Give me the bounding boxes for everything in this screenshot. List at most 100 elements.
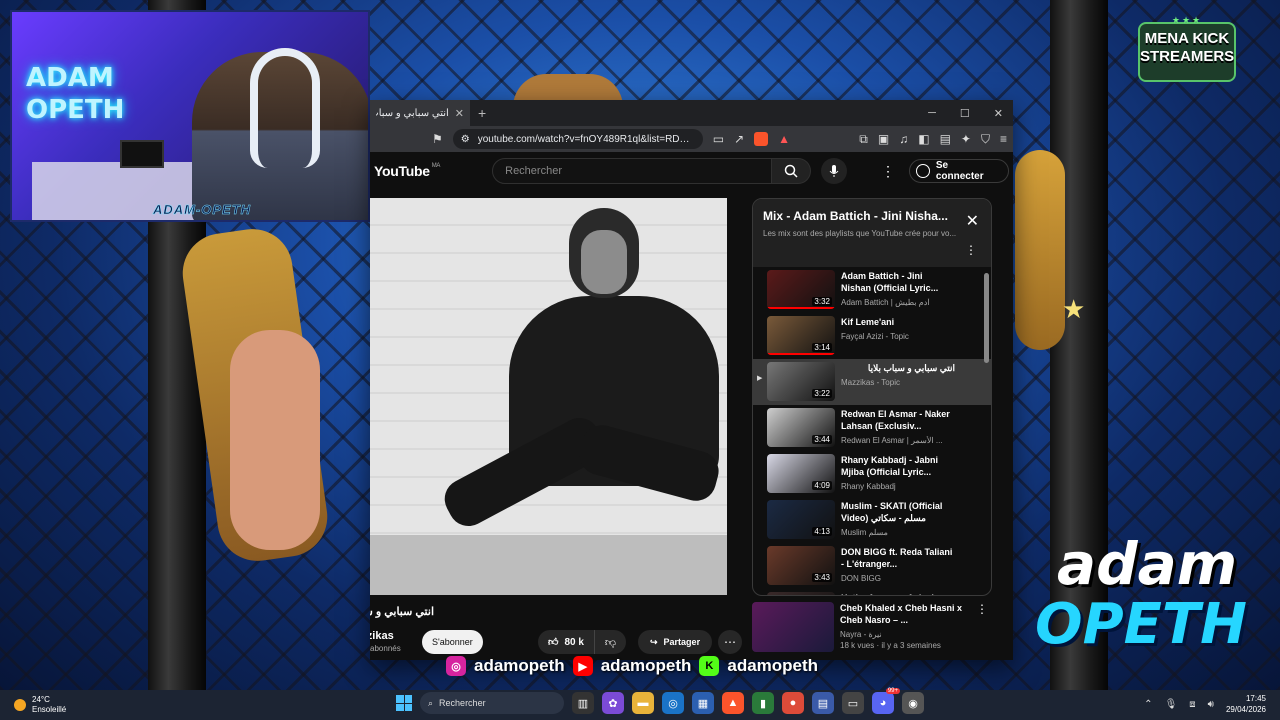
now-playing-icon: ▶ — [757, 375, 763, 382]
star-icon: ★ — [1062, 294, 1086, 324]
recommended-title[interactable]: Cheb Khaled x Cheb Hasni x Cheb Nasro – … — [840, 602, 970, 626]
clock[interactable]: 17:45 29/04/2026 — [1226, 693, 1266, 715]
playlist-item[interactable]: 4:09 Rhany Kabbadj - Jabni Mjiba (Officia… — [753, 451, 991, 497]
weather-condition: Ensoleillé — [32, 705, 67, 714]
wallet-icon[interactable]: ▤ — [940, 132, 951, 147]
playlist-item[interactable]: 3:43 DON BIGG ft. Reda Taliani - L'étrang… — [753, 543, 991, 589]
webcam-monitor — [120, 140, 164, 168]
playlist-thumbnail[interactable]: 4:09 — [767, 454, 835, 493]
recommended-options-icon[interactable]: ⋮ — [976, 602, 988, 616]
playlist-more-icon[interactable]: ⋮ — [965, 243, 977, 257]
playlist-thumbnail[interactable]: 3:22 — [767, 362, 835, 401]
sidebar-icon[interactable]: ◧ — [918, 132, 929, 147]
playlist-thumbnail[interactable]: 3:14 — [767, 316, 835, 355]
app-icon[interactable]: ▤ — [812, 692, 834, 714]
playlist-item-title: Muslim - SKATI (Official Video) مسلم - س… — [841, 501, 943, 523]
network-icon[interactable]: ⧈ — [1189, 699, 1195, 710]
share-button[interactable]: ↪ Partager — [638, 630, 713, 654]
browser-tab[interactable]: انتي سبابي و سباب بلايا ✕ — [370, 100, 470, 126]
store-icon[interactable]: ▦ — [692, 692, 714, 714]
temperature: 24°C — [32, 695, 50, 704]
channel-name[interactable]: Mazzikas — [370, 630, 401, 642]
more-actions-button[interactable]: ⋯ — [718, 630, 742, 654]
playlist-thumbnail[interactable]: 3:44 — [767, 408, 835, 447]
chrome-icon[interactable]: ● — [782, 692, 804, 714]
menu-icon[interactable]: ≡ — [1000, 132, 1007, 147]
browser-toolbar: ⚑ ⚙ youtube.com/watch?v=fnOY489R1ql&list… — [370, 126, 1013, 152]
date: 29/04/2026 — [1225, 705, 1266, 714]
bookmark-icon[interactable]: ⚑ — [432, 132, 443, 146]
search-input[interactable]: Rechercher — [492, 158, 772, 184]
file-explorer-icon[interactable]: ▬ — [632, 692, 654, 714]
playlist-item-channel: Redwan El Asmar | الأسمر ... — [841, 436, 943, 445]
youtube-header: YouTube MA Rechercher ⋮ Se connecter — [370, 152, 1013, 190]
playlist-scrollbar[interactable] — [984, 273, 989, 363]
discord-icon[interactable]: ◕ 99+ — [872, 688, 900, 714]
new-tab-icon[interactable]: + — [478, 105, 486, 121]
playlist-item[interactable]: 3:14 Kif Leme'ani Fayçal Azizi - Topic — [753, 313, 991, 359]
chevron-up-icon[interactable]: ⌃ — [1144, 699, 1152, 710]
playlist-item[interactable]: 3:44 Redwan El Asmar - Naker Lahsan (Excl… — [753, 405, 991, 451]
playlist-item[interactable]: Hatim Ammor - Aalach... — [753, 589, 991, 595]
video-ground — [370, 535, 727, 595]
sign-in-button[interactable]: Se connecter — [908, 159, 1009, 183]
window-controls: ─ ☐ ✕ — [928, 107, 1013, 120]
maximize-icon[interactable]: ☐ — [960, 107, 970, 120]
playlist-item-title: Rhany Kabbadj - Jabni Mjiba (Official Ly… — [841, 455, 939, 477]
playlist-thumbnail[interactable] — [767, 592, 835, 595]
playlist-item[interactable]: 3:32 Adam Battich - Jini Nishan (Official… — [753, 267, 991, 313]
minimize-icon[interactable]: ─ — [928, 107, 936, 120]
microphone-tray-icon[interactable]: 🎙︎ — [1165, 699, 1178, 710]
close-window-icon[interactable]: ✕ — [994, 107, 1003, 120]
volume-icon[interactable]: 🔊︎ — [1208, 699, 1214, 710]
start-button[interactable] — [396, 695, 412, 711]
puzzle-icon[interactable]: ⧉ — [859, 132, 868, 147]
recommended-thumbnail[interactable] — [752, 602, 834, 652]
brave-shield-icon[interactable] — [754, 132, 769, 146]
voice-search-button[interactable] — [821, 158, 847, 184]
search-button[interactable] — [771, 158, 812, 184]
playlist-item-channel: Fayçal Azizi - Topic — [841, 332, 909, 341]
playlist-thumbnail[interactable]: 3:32 — [767, 270, 835, 309]
monitor-app-icon[interactable]: ▭ — [842, 692, 864, 714]
duration: 4:09 — [812, 481, 832, 490]
subscribe-button[interactable]: S'abonner — [422, 630, 483, 654]
like-button[interactable]: 👍︎ 80 k — [538, 630, 595, 654]
notification-badge: 99+ — [885, 688, 900, 694]
channel-info[interactable]: Mazzikas 27,5 k abonnés — [370, 628, 401, 654]
youtube-logo[interactable]: YouTube MA — [374, 163, 440, 179]
brave-icon[interactable]: ▲ — [722, 692, 744, 714]
address-bar[interactable]: ⚙ youtube.com/watch?v=fnOY489R1ql&list=R… — [452, 129, 703, 149]
playlist-item[interactable]: 4:13 Muslim - SKATI (Official Video) مسلم… — [753, 497, 991, 543]
playlist-title[interactable]: Mix - Adam Battich - Jini Nisha... — [763, 209, 959, 223]
copilot-icon[interactable]: ✿ — [602, 692, 624, 714]
weather-widget[interactable]: 24°C Ensoleillé — [0, 695, 200, 715]
leo-icon[interactable]: ✦ — [961, 132, 971, 147]
share-label: Partager — [663, 637, 701, 647]
terminal-icon[interactable]: ▮ — [752, 692, 774, 714]
edge-icon[interactable]: ◎ — [662, 692, 684, 714]
close-icon[interactable]: ✕ — [966, 211, 979, 231]
video-player[interactable] — [370, 198, 727, 595]
media-icon[interactable]: ♫ — [899, 132, 908, 147]
vpn-icon[interactable]: ⛉ — [981, 132, 990, 147]
brave-rewards-icon[interactable]: ▲ — [778, 132, 790, 146]
obs-icon[interactable]: ◉ — [902, 692, 924, 714]
cast-icon[interactable]: ▭ — [713, 132, 724, 146]
screenshot-icon[interactable]: ▣ — [878, 132, 889, 147]
playlist-thumbnail[interactable]: 3:43 — [767, 546, 835, 585]
duration: 3:44 — [812, 435, 832, 444]
more-options-icon[interactable]: ⋮ — [881, 163, 895, 180]
dislike-button[interactable]: 👎︎ — [595, 636, 626, 649]
close-tab-icon[interactable]: ✕ — [455, 107, 464, 120]
taskbar-search[interactable]: ⌕ Rechercher — [420, 692, 564, 714]
playlist-thumbnail[interactable]: 4:13 — [767, 500, 835, 539]
tab-bar: انتي سبابي و سباب بلايا ✕ + ─ ☐ ✕ — [370, 100, 1013, 126]
video-title: انتي سبابي و سباب بلايا — [370, 606, 434, 618]
playlist-item[interactable]: ▶ 3:22 انتي سبابي و سباب بلايا Mazzikas - T… — [753, 359, 991, 405]
task-view-icon[interactable]: ▥ — [572, 692, 594, 714]
site-info-icon[interactable]: ⚙ — [461, 134, 470, 145]
share-page-icon[interactable]: ↗ — [734, 132, 744, 146]
extensions-area: ⧉ ▣ ♫ ◧ ▤ ✦ ⛉ ≡ — [859, 132, 1007, 147]
recommended-video[interactable]: Cheb Khaled x Cheb Hasni x Cheb Nasro – … — [752, 602, 992, 660]
